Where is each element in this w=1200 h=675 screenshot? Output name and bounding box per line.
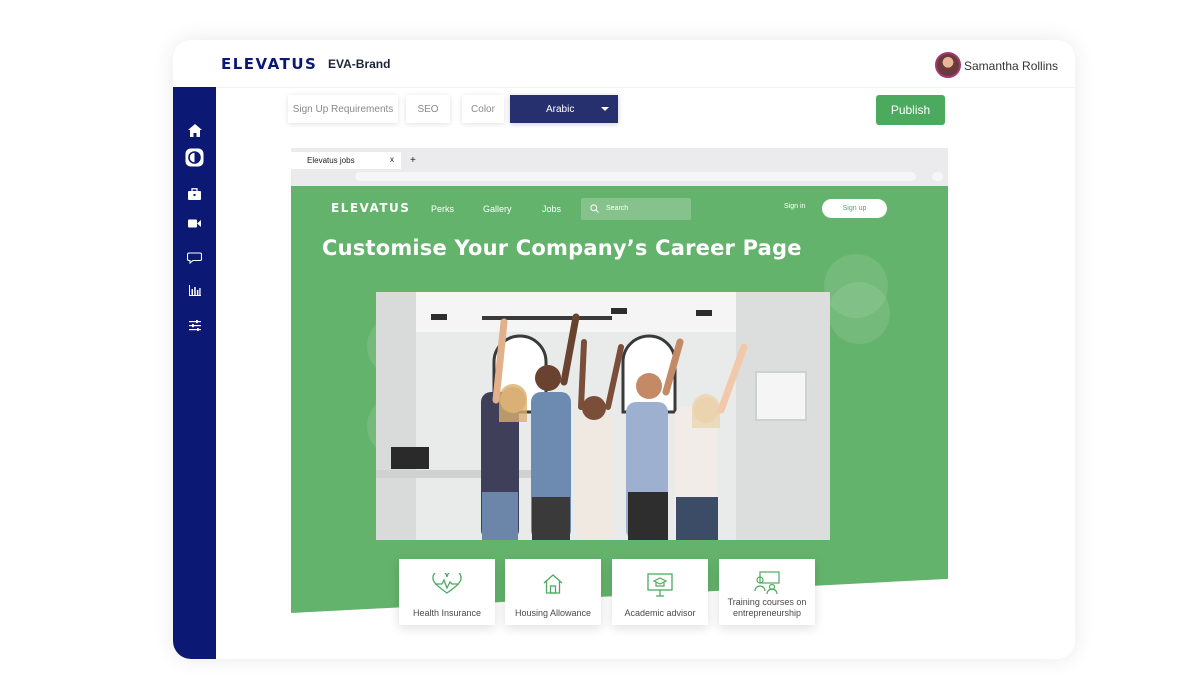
- briefcase-icon[interactable]: [185, 184, 204, 203]
- brand-name: EVA-Brand: [328, 57, 391, 71]
- browser-tab-title: Elevatus jobs: [307, 156, 355, 165]
- tab-color[interactable]: Color: [462, 95, 504, 123]
- chat-icon[interactable]: [185, 248, 204, 267]
- sidebar: [173, 87, 216, 659]
- theme-icon[interactable]: [185, 148, 204, 167]
- perk-label: Housing Allowance: [514, 608, 592, 618]
- site-logo[interactable]: ELEVATUS: [331, 201, 410, 215]
- chevron-down-icon: [601, 107, 609, 111]
- language-select[interactable]: Arabic: [510, 95, 618, 123]
- new-tab-button[interactable]: +: [410, 155, 416, 166]
- search-placeholder: Search: [606, 205, 629, 212]
- sign-up-button[interactable]: Sign up: [822, 199, 887, 218]
- publish-button[interactable]: Publish: [876, 95, 945, 125]
- browser-menu[interactable]: [932, 172, 943, 181]
- site-search-input[interactable]: Search: [581, 198, 691, 220]
- graduation-monitor-icon: [647, 573, 673, 597]
- browser-tab[interactable]: Elevatus jobs x: [291, 152, 401, 169]
- analytics-icon[interactable]: [185, 281, 204, 300]
- logo-text: ELEVATUS: [221, 55, 318, 73]
- close-icon[interactable]: x: [390, 155, 394, 164]
- decor-bubble: [828, 282, 890, 344]
- house-icon: [543, 574, 563, 594]
- perk-card-housing-allowance[interactable]: Housing Allowance: [505, 559, 601, 625]
- elevatus-logo: ELEVATUS: [221, 55, 317, 73]
- perk-card-health-insurance[interactable]: Health Insurance: [399, 559, 495, 625]
- tab-sign-up-requirements[interactable]: Sign Up Requirements: [288, 95, 398, 123]
- address-bar[interactable]: [355, 172, 916, 181]
- page-headline: Customise Your Company’s Career Page: [322, 236, 802, 260]
- sign-in-link[interactable]: Sign in: [784, 203, 805, 210]
- avatar[interactable]: [935, 52, 961, 78]
- top-bar: ELEVATUS EVA-Brand Samantha Rollins: [173, 40, 1075, 88]
- team-photo: [376, 292, 830, 540]
- perk-label: Academic advisor: [624, 608, 696, 618]
- nav-jobs[interactable]: Jobs: [542, 204, 561, 214]
- perk-label: Health Insurance: [412, 608, 482, 618]
- settings-sliders-icon[interactable]: [185, 316, 204, 335]
- home-icon[interactable]: [185, 121, 204, 140]
- training-icon: [754, 571, 780, 595]
- user-name[interactable]: Samantha Rollins: [964, 59, 1058, 73]
- perk-card-training-courses[interactable]: Training courses on entrepreneurship: [719, 559, 815, 625]
- tab-seo[interactable]: SEO: [406, 95, 450, 123]
- language-value: Arabic: [546, 103, 575, 115]
- career-page-preview: ELEVATUS Perks Gallery Jobs Search Sign …: [291, 186, 948, 613]
- perk-card-academic-advisor[interactable]: Academic advisor: [612, 559, 708, 625]
- perk-label: Training courses on entrepreneurship: [727, 597, 807, 618]
- nav-perks[interactable]: Perks: [431, 204, 454, 214]
- search-icon: [590, 204, 599, 213]
- video-icon[interactable]: [185, 214, 204, 233]
- browser-preview-bar: Elevatus jobs x +: [291, 148, 948, 186]
- app-window: ELEVATUS EVA-Brand Samantha Rollins Sign…: [173, 40, 1075, 659]
- heartbeat-icon: [432, 573, 462, 594]
- nav-gallery[interactable]: Gallery: [483, 204, 512, 214]
